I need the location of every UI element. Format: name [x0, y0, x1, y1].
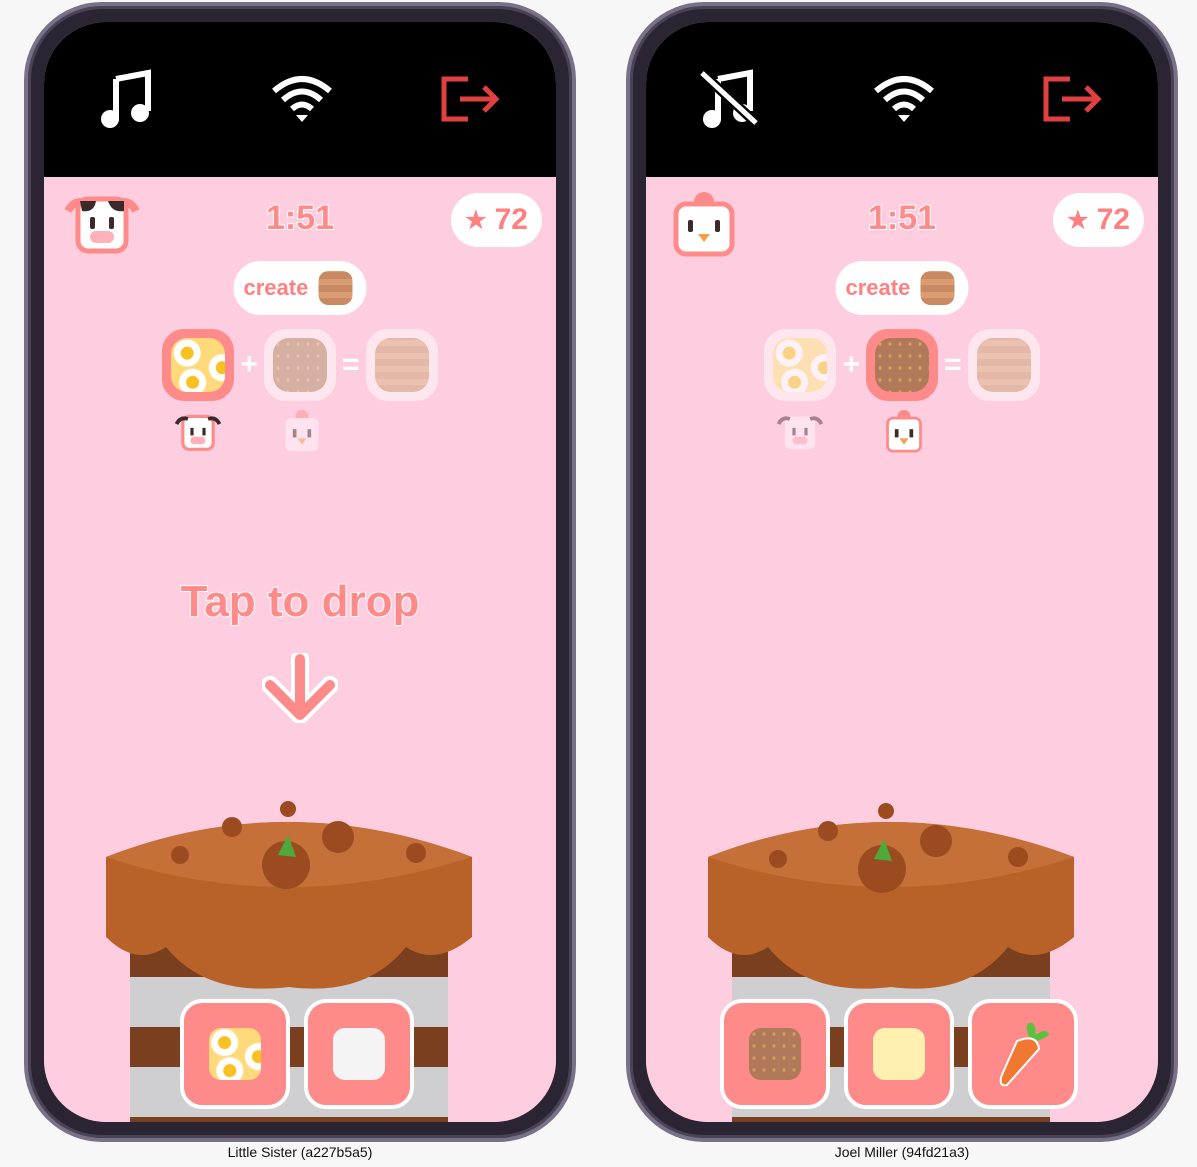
screen: 1:51 ★ 72 create + = Tap to drop	[44, 22, 556, 1122]
recipe-slot-egg	[764, 329, 837, 401]
chick-owner-icon	[886, 409, 922, 453]
exit-icon[interactable]	[438, 67, 502, 131]
top-bar	[44, 22, 556, 177]
recipe-slot-grain	[264, 329, 336, 401]
player-label: Joel Miller (94fd21a3)	[834, 1144, 970, 1160]
tray-item-carrot[interactable]	[968, 999, 1078, 1109]
wifi-icon	[874, 76, 934, 122]
cow-owner-icon	[174, 414, 222, 451]
wifi-icon	[272, 76, 332, 122]
tap-to-drop-hint: Tap to drop	[180, 576, 421, 627]
recipe-slot-result	[365, 329, 438, 401]
music-muted-icon[interactable]	[696, 67, 760, 131]
recipe-row: + =	[646, 329, 1158, 401]
score-value: 72	[494, 203, 528, 236]
top-bar	[646, 22, 1158, 177]
tray-item-egg[interactable]	[180, 999, 290, 1109]
recipe-slot-egg	[162, 329, 235, 401]
brick-target-icon	[920, 271, 955, 305]
tray-item-butter[interactable]	[844, 999, 954, 1109]
chick-owner-icon	[285, 409, 319, 452]
ingredient-tray	[180, 999, 414, 1109]
create-target-pill: create	[835, 261, 969, 315]
tray-item-grain[interactable]	[720, 999, 830, 1109]
screen: 1:51 ★ 72 create + =	[646, 22, 1158, 1122]
recipe-slot-result	[967, 329, 1040, 401]
plus-icon: +	[842, 348, 860, 381]
music-note-icon[interactable]	[94, 67, 158, 131]
phone-little-sister: 1:51 ★ 72 create + = Tap to drop	[24, 2, 576, 1142]
game-area[interactable]: 1:51 ★ 72 create + =	[646, 177, 1158, 1122]
equals-icon: =	[944, 348, 962, 381]
game-area[interactable]: 1:51 ★ 72 create + = Tap to drop	[44, 177, 556, 1122]
score-badge: ★ 72	[451, 193, 542, 247]
plus-icon: +	[240, 348, 258, 381]
star-icon: ★	[1067, 206, 1089, 234]
create-label: create	[243, 275, 309, 300]
cow-owner-icon	[776, 416, 824, 450]
equals-icon: =	[342, 348, 360, 381]
arrow-down-icon	[262, 653, 338, 723]
score-value: 72	[1096, 203, 1130, 236]
score-badge: ★ 72	[1053, 193, 1144, 247]
create-label: create	[845, 275, 911, 300]
carrot-icon	[999, 1022, 1049, 1087]
brick-target-icon	[318, 271, 353, 305]
recipe-row: + =	[44, 329, 556, 401]
phone-joel-miller: 1:51 ★ 72 create + =	[626, 2, 1178, 1142]
star-icon: ★	[465, 206, 487, 234]
player-label: Little Sister (a227b5a5)	[227, 1144, 373, 1160]
create-target-pill: create	[233, 261, 367, 315]
exit-icon[interactable]	[1040, 67, 1104, 131]
tray-item-flour[interactable]	[304, 999, 414, 1109]
recipe-slot-grain	[866, 329, 938, 401]
ingredient-tray	[720, 999, 1078, 1109]
